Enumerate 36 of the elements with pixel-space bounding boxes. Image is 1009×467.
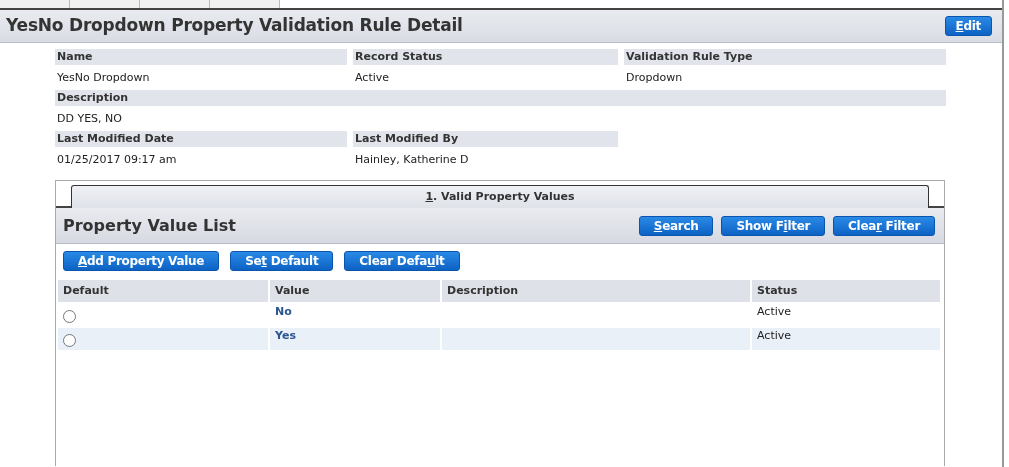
- toolbar-button[interactable]: Show Filter: [721, 215, 826, 236]
- field-label: Validation Rule Type: [624, 49, 946, 65]
- page-title: YesNo Dropdown Property Validation Rule Detail: [6, 14, 463, 38]
- field-label: Last Modified By: [353, 131, 618, 147]
- value-link[interactable]: Yes: [275, 329, 296, 342]
- menu-item[interactable]: [0, 0, 70, 8]
- toolbar-button[interactable]: Clear Filter: [833, 215, 935, 236]
- field-label: Record Status: [353, 49, 618, 65]
- column-header: Default: [58, 280, 270, 302]
- action-button[interactable]: Add Property Value: [63, 251, 220, 271]
- radio-button[interactable]: [63, 310, 76, 323]
- action-button[interactable]: Set Default: [230, 251, 334, 271]
- menu-item[interactable]: [140, 0, 210, 8]
- table-cell: Active: [757, 329, 792, 342]
- field-value: YesNo Dropdown: [56, 70, 151, 86]
- toolbar-button[interactable]: Search: [638, 215, 714, 236]
- column-header: Value: [270, 280, 442, 302]
- field-value: Dropdown: [625, 70, 684, 86]
- menu-item[interactable]: [70, 0, 140, 8]
- radio-button[interactable]: [63, 334, 76, 347]
- column-header: Description: [442, 280, 752, 302]
- column-header: Status: [752, 280, 942, 302]
- edit-button[interactable]: Edit: [944, 16, 992, 36]
- menu-item[interactable]: [210, 0, 280, 8]
- field-value: DD YES, NO: [56, 111, 123, 127]
- field-label: Description: [55, 90, 946, 106]
- field-label: Last Modified Date: [55, 131, 347, 147]
- value-link[interactable]: No: [275, 305, 292, 318]
- field-label: Name: [55, 49, 347, 65]
- field-value: Hainley, Katherine D: [354, 152, 470, 168]
- field-value: 01/25/2017 09:17 am: [56, 152, 178, 168]
- tab[interactable]: 1. Valid Property Values: [71, 185, 929, 208]
- panel-title: Property Value List: [63, 214, 236, 237]
- field-value: Active: [354, 70, 391, 86]
- action-button[interactable]: Clear Default: [344, 251, 460, 271]
- table-cell: Active: [757, 305, 792, 318]
